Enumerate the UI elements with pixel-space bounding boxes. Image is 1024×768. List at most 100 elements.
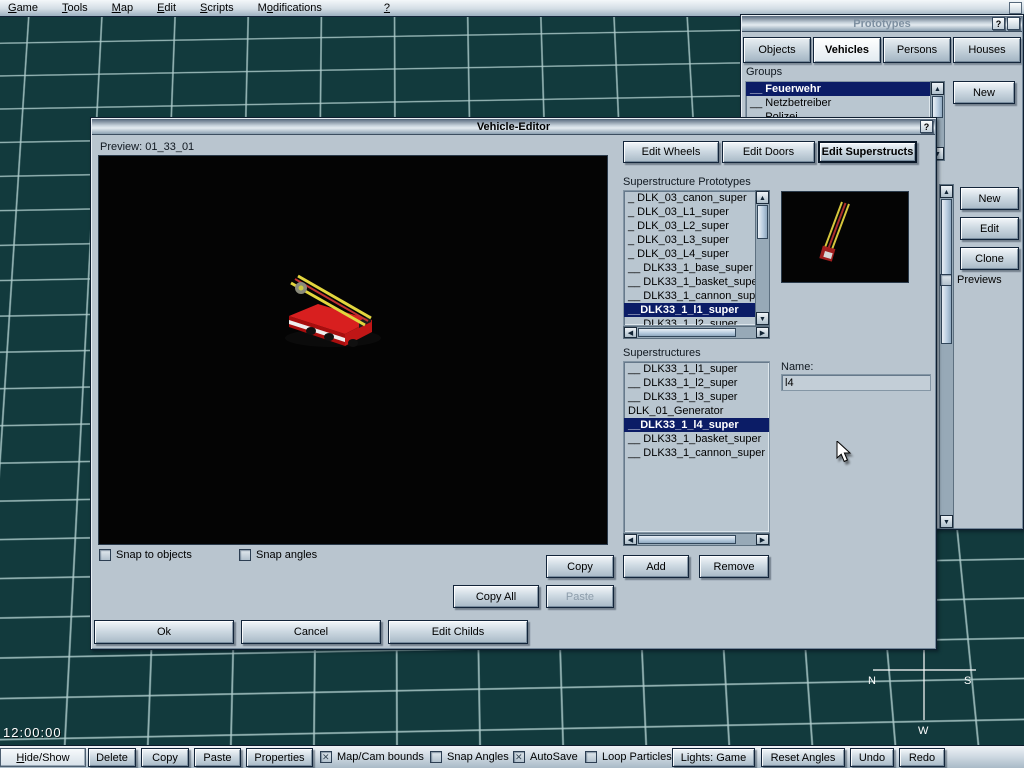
edit-wheels-button[interactable]: Edit Wheels <box>623 141 719 163</box>
panel-help-button[interactable]: ? <box>992 17 1005 30</box>
proto-list-vscrollbar[interactable]: ▲ ▼ <box>755 190 770 326</box>
scrollbar-thumb[interactable] <box>638 328 736 337</box>
paste-button[interactable]: Paste <box>194 748 241 767</box>
menu-item[interactable]: Map <box>112 2 133 14</box>
superstructure-prototypes-list[interactable]: _ DLK_03_canon_super_ DLK_03_L1_super_ D… <box>623 190 756 326</box>
prototype-edit-button[interactable]: Edit <box>960 217 1019 240</box>
panel-titlebar[interactable]: Prototypes <box>742 16 1022 32</box>
vehicle-preview-canvas[interactable] <box>98 155 608 545</box>
snap-to-objects-checkbox[interactable] <box>99 549 111 561</box>
scrollbar-thumb[interactable] <box>757 205 768 239</box>
scroll-up-icon[interactable]: ▲ <box>756 191 769 204</box>
proto-list-hscrollbar[interactable]: ◀ ▶ <box>623 326 770 339</box>
prototype-tab[interactable]: Objects <box>743 37 811 63</box>
copy-button[interactable]: Copy <box>141 748 189 767</box>
loop-particles-label: Loop Particles <box>602 751 672 763</box>
name-input[interactable] <box>781 374 931 391</box>
scroll-up-icon[interactable]: ▲ <box>940 185 953 198</box>
menu-item[interactable]: Game <box>8 2 38 14</box>
scroll-down-icon[interactable]: ▼ <box>756 312 769 325</box>
prototype-tab[interactable]: Houses <box>953 37 1021 63</box>
snap-angles-checkbox[interactable] <box>239 549 251 561</box>
ladder-thumbnail <box>782 192 910 284</box>
menu-item[interactable]: Tools <box>62 2 88 14</box>
edit-superstructs-button[interactable]: Edit Superstructs <box>818 141 917 163</box>
undo-button[interactable]: Undo <box>850 748 894 767</box>
prototype-list-item[interactable]: __DLK33_1_l1_super <box>624 303 756 317</box>
menu-item[interactable]: Modifications <box>258 2 322 14</box>
autosave-checkbox[interactable] <box>513 751 525 763</box>
scrollbar-thumb[interactable] <box>941 199 952 344</box>
edit-childs-button[interactable]: Edit Childs <box>388 620 528 644</box>
prototype-list-item[interactable]: _ DLK_03_L4_super <box>624 247 756 261</box>
scroll-right-icon[interactable]: ▶ <box>756 534 769 545</box>
prototype-clone-button[interactable]: Clone <box>960 247 1019 270</box>
map-cam-bounds-checkbox[interactable] <box>320 751 332 763</box>
prototype-tab[interactable]: Persons <box>883 37 951 63</box>
bottom-toolbar: Hide/Show Delete Copy Paste Properties M… <box>0 745 1024 768</box>
menu-item[interactable]: Edit <box>157 2 176 14</box>
prototype-list-scrollbar[interactable]: ▲ ▼ <box>939 184 954 529</box>
prototype-tab[interactable]: Vehicles <box>813 37 881 63</box>
prototype-list-item[interactable]: _ DLK_03_L1_super <box>624 205 756 219</box>
map-cam-bounds-label: Map/Cam bounds <box>337 751 424 763</box>
menu-item[interactable]: ? <box>384 2 390 14</box>
paste-button[interactable]: Paste <box>546 585 614 608</box>
super-list-hscrollbar[interactable]: ◀ ▶ <box>623 533 770 546</box>
groups-label: Groups <box>746 66 782 78</box>
reset-angles-button[interactable]: Reset Angles <box>761 748 845 767</box>
prototype-list-item[interactable]: __ DLK33_1_basket_super <box>624 275 756 289</box>
superstructures-label: Superstructures <box>623 347 701 359</box>
compass-s: S <box>964 675 971 687</box>
autosave-label: AutoSave <box>530 751 578 763</box>
loop-particles-checkbox[interactable] <box>585 751 597 763</box>
scroll-left-icon[interactable]: ◀ <box>624 327 637 338</box>
superstructure-list-item[interactable]: __DLK33_1_l4_super <box>624 418 769 432</box>
dialog-help-button[interactable]: ? <box>920 120 933 133</box>
group-list-item[interactable]: __ Feuerwehr <box>746 82 930 96</box>
prototype-list-item[interactable]: __ DLK33_1_base_super <box>624 261 756 275</box>
delete-button[interactable]: Delete <box>88 748 136 767</box>
superstructure-list-item[interactable]: __ DLK33_1_l3_super <box>624 390 769 404</box>
prototype-list-item[interactable]: _ DLK_03_L2_super <box>624 219 756 233</box>
cancel-button[interactable]: Cancel <box>241 620 381 644</box>
name-label: Name: <box>781 361 813 373</box>
menubar-button[interactable] <box>1009 2 1022 14</box>
superstructure-list-item[interactable]: DLK_01_Generator <box>624 404 769 418</box>
previews-checkbox[interactable] <box>940 274 952 286</box>
scroll-right-icon[interactable]: ▶ <box>756 327 769 338</box>
prototype-list-item[interactable]: __ DLK33_1_cannon_super <box>624 289 756 303</box>
superstructure-list-item[interactable]: __ DLK33_1_basket_super <box>624 432 769 446</box>
menu-item[interactable]: Scripts <box>200 2 234 14</box>
group-new-button[interactable]: New <box>953 81 1015 104</box>
prototype-list-item[interactable]: _ DLK_03_L3_super <box>624 233 756 247</box>
add-superstructure-button[interactable]: Add <box>623 555 689 578</box>
prototype-new-button[interactable]: New <box>960 187 1019 210</box>
copy-all-button[interactable]: Copy All <box>453 585 539 608</box>
snap-angles-toolbar-checkbox[interactable] <box>430 751 442 763</box>
dialog-titlebar[interactable]: Vehicle-Editor <box>92 119 935 135</box>
redo-button[interactable]: Redo <box>899 748 945 767</box>
superstructure-list-item[interactable]: __ DLK33_1_l2_super <box>624 376 769 390</box>
panel-close-button[interactable] <box>1007 17 1020 30</box>
prototype-list-item[interactable]: _ DLK_03_canon_super <box>624 191 756 205</box>
group-list-item[interactable]: __ Netzbetreiber <box>746 96 930 110</box>
editor-root: N S W 12:00:00 GameToolsMapEditScriptsMo… <box>0 0 1024 768</box>
superstructure-list-item[interactable]: __ DLK33_1_cannon_super <box>624 446 769 460</box>
properties-button[interactable]: Properties <box>246 748 313 767</box>
lights-game-button[interactable]: Lights: Game <box>672 748 755 767</box>
copy-superstructure-button[interactable]: Copy <box>546 555 614 578</box>
superstructures-list[interactable]: __ DLK33_1_l1_super__ DLK33_1_l2_super__… <box>623 361 770 533</box>
ok-button[interactable]: Ok <box>94 620 234 644</box>
scrollbar-thumb[interactable] <box>932 96 943 118</box>
scroll-down-icon[interactable]: ▼ <box>940 515 953 528</box>
prototype-list-item[interactable]: __ DLK33_1_l2_super <box>624 317 756 326</box>
hide-show-button[interactable]: Hide/Show <box>0 748 86 767</box>
edit-doors-button[interactable]: Edit Doors <box>722 141 815 163</box>
scroll-up-icon[interactable]: ▲ <box>931 82 944 95</box>
remove-superstructure-button[interactable]: Remove <box>699 555 769 578</box>
scrollbar-thumb[interactable] <box>638 535 736 544</box>
superstructure-list-item[interactable]: __ DLK33_1_l1_super <box>624 362 769 376</box>
scroll-left-icon[interactable]: ◀ <box>624 534 637 545</box>
preview-label: Preview: 01_33_01 <box>100 141 194 153</box>
